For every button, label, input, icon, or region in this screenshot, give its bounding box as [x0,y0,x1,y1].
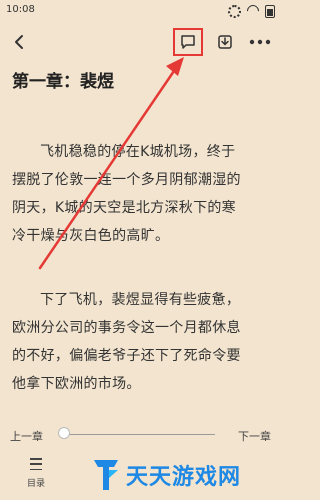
more-icon [249,39,271,45]
battery-icon [265,4,275,18]
text-line: 摆脱了伦敦一连一个多月阴郁潮湿的 [12,172,241,188]
text-line: 他拿下欧洲的市场。 [12,376,141,392]
text-line: 飞机稳稳的停在K城机场，终于 [40,144,236,160]
prev-chapter-button[interactable]: 上一章 [10,428,43,444]
list-icon [30,458,42,470]
watermark: 天天游戏网 [92,456,241,494]
download-button[interactable] [211,29,239,55]
chapter-title: 第一章：裴煜 [12,72,114,92]
comment-icon [181,35,195,49]
toc-button[interactable]: 目录 [24,458,48,489]
chapter-progress: 上一章 下一章 [0,418,281,450]
text-line: 冷干燥与灰白色的高旷。 [12,228,170,244]
back-button[interactable] [8,30,30,54]
watermark-logo [94,460,118,490]
settings-status-icon [228,4,241,18]
text-line: 下了飞机，裴煜显得有些疲惫， [40,292,241,308]
progress-slider-knob[interactable] [58,427,70,439]
wifi-icon [244,2,262,20]
watermark-text: 天天游戏网 [126,465,242,490]
more-button[interactable] [246,29,274,55]
comment-button[interactable] [174,29,202,55]
status-time: 10:08 [6,4,35,15]
text-line: 欧洲分公司的事务令这一个月都休息 [12,320,241,336]
download-icon [218,35,232,49]
progress-track[interactable] [62,434,215,435]
chevron-left-icon [15,35,23,49]
status-icons [228,2,275,20]
status-bar: 10:08 [0,0,281,22]
toc-label: 目录 [26,479,45,489]
text-line: 阴天，K城的天空是北方深秋下的寒 [12,200,236,216]
paragraph-2: 下了飞机，裴煜显得有些疲惫， 欧洲分公司的事务令这一个月都休息 的不好，偏偏老爷… [12,286,270,398]
next-chapter-button[interactable]: 下一章 [238,428,271,444]
paragraph-1: 飞机稳稳的停在K城机场，终于 摆脱了伦敦一连一个多月阴郁潮湿的 阴天，K城的天空… [12,138,270,250]
text-line: 的不好，偏偏老爷子还下了死命令要 [12,348,241,364]
